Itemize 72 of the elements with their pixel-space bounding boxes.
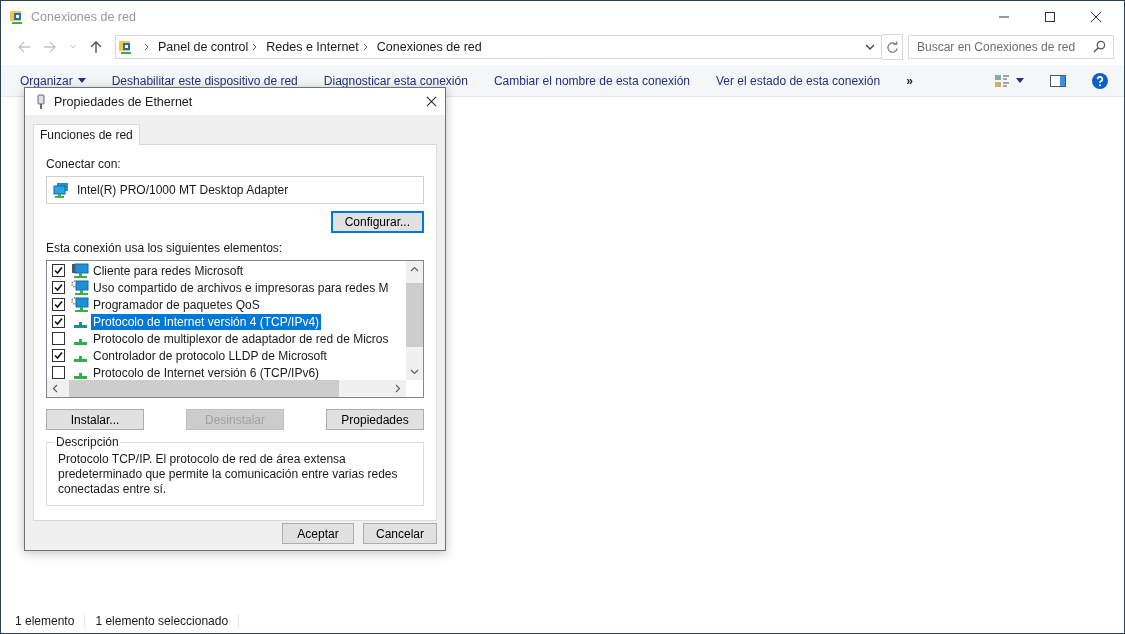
description-text: Protocolo TCP/IP. El protocolo de red de área extensa predeterminado que permite la comunicación entre varias redes conectadas entre sí.: [58, 452, 399, 497]
address-bar[interactable]: Panel de control Redes e Internet Conexiones de red: [115, 35, 882, 59]
scroll-left-icon[interactable]: [52, 384, 58, 393]
status-text: 1 elemento: [15, 614, 86, 628]
scroll-right-icon[interactable]: [395, 384, 401, 393]
search-field[interactable]: Buscar en Conexiones de red: [908, 35, 1114, 59]
horizontal-scrollbar[interactable]: [47, 380, 406, 397]
chevron-down-icon[interactable]: [865, 43, 875, 51]
checkbox[interactable]: [52, 366, 65, 379]
configure-button[interactable]: Configurar...: [330, 211, 424, 233]
toolbar-button[interactable]: Deshabilitar este dispositivo de red: [111, 73, 298, 88]
ethernet-plug-icon: [36, 93, 46, 110]
toolbar-button[interactable]: Diagnosticar esta conexión: [323, 73, 468, 88]
group-label: Descripción: [54, 435, 121, 449]
field-label: Esta conexión usa los siguientes elementos:: [46, 241, 284, 255]
network-protocol-icon: [74, 338, 87, 345]
refresh-button[interactable]: [882, 34, 903, 60]
breadcrumb[interactable]: Panel de control: [158, 40, 249, 54]
up-arrow-icon[interactable]: [89, 40, 103, 54]
checkbox[interactable]: [52, 264, 65, 277]
more-button[interactable]: »: [906, 73, 913, 88]
action-button[interactable]: Propiedades: [326, 409, 424, 430]
network-protocol-icon: [74, 355, 87, 362]
list-item[interactable]: Protocolo de multiplexor de adaptador de red de Micros: [91, 330, 391, 347]
close-icon[interactable]: [426, 96, 437, 107]
network-folder-icon: [9, 8, 25, 25]
checkbox[interactable]: [52, 315, 65, 328]
status-text: 1 elemento seleccionado: [95, 614, 240, 628]
checkbox[interactable]: [52, 298, 65, 311]
network-service-icon: [71, 296, 89, 313]
tab[interactable]: Funciones de red: [33, 124, 140, 145]
refresh-icon: [885, 40, 899, 54]
help-icon[interactable]: [1092, 72, 1108, 89]
list-item[interactable]: Programador de paquetes QoS: [91, 296, 262, 313]
list-item[interactable]: Controlador de protocolo LLDP de Microsoft: [91, 347, 329, 364]
network-folder-icon: [118, 39, 134, 55]
toolbar-button[interactable]: Cambiar el nombre de esta conexión: [493, 73, 690, 88]
list-item[interactable]: Protocolo de Internet versión 4 (TCP/IPv4): [91, 313, 322, 330]
maximize-icon[interactable]: [1044, 10, 1056, 23]
toolbar-button[interactable]: Organizar: [20, 73, 86, 88]
caret-icon[interactable]: [1016, 78, 1024, 83]
checkbox[interactable]: [52, 332, 65, 345]
dialog-title: Propiedades de Ethernet: [54, 94, 193, 109]
checkbox[interactable]: [52, 349, 65, 362]
field-label: Conectar con:: [46, 157, 122, 171]
network-client-icon: [71, 262, 89, 279]
checkbox[interactable]: [52, 281, 65, 294]
chevron-right-icon[interactable]: [362, 43, 369, 51]
chevron-right-icon[interactable]: [144, 43, 150, 51]
list-item[interactable]: Protocolo de Internet versión 6 (TCP/IPv6): [91, 364, 322, 380]
breadcrumb[interactable]: Redes e Internet: [266, 40, 359, 54]
scroll-down-icon[interactable]: [410, 369, 419, 375]
dialog-button[interactable]: Cancelar: [362, 523, 437, 544]
scroll-up-icon[interactable]: [410, 266, 419, 272]
preview-pane-icon[interactable]: [1050, 73, 1066, 88]
list-item[interactable]: Uso compartido de archivos e impresoras para redes M: [91, 279, 391, 296]
toolbar-button[interactable]: Ver el estado de esta conexión: [716, 73, 881, 88]
chevron-right-icon[interactable]: [252, 43, 259, 51]
network-protocol-icon: [74, 321, 87, 328]
adapter-name: Intel(R) PRO/1000 MT Desktop Adapter: [77, 183, 289, 197]
caret-icon: [77, 78, 86, 83]
network-service-icon: [71, 279, 89, 296]
search-icon: [1093, 40, 1106, 53]
action-button[interactable]: Instalar...: [46, 409, 144, 430]
close-icon[interactable]: [1090, 10, 1102, 23]
window-title: Conexiones de red: [31, 9, 136, 24]
network-protocol-icon: [74, 372, 87, 379]
dialog-button[interactable]: Aceptar: [281, 523, 354, 544]
breadcrumb[interactable]: Conexiones de red: [376, 40, 482, 54]
vertical-scrollbar[interactable]: [406, 261, 423, 380]
network-adapter-icon: [53, 182, 69, 198]
list-item[interactable]: Cliente para redes Microsoft: [91, 262, 246, 279]
